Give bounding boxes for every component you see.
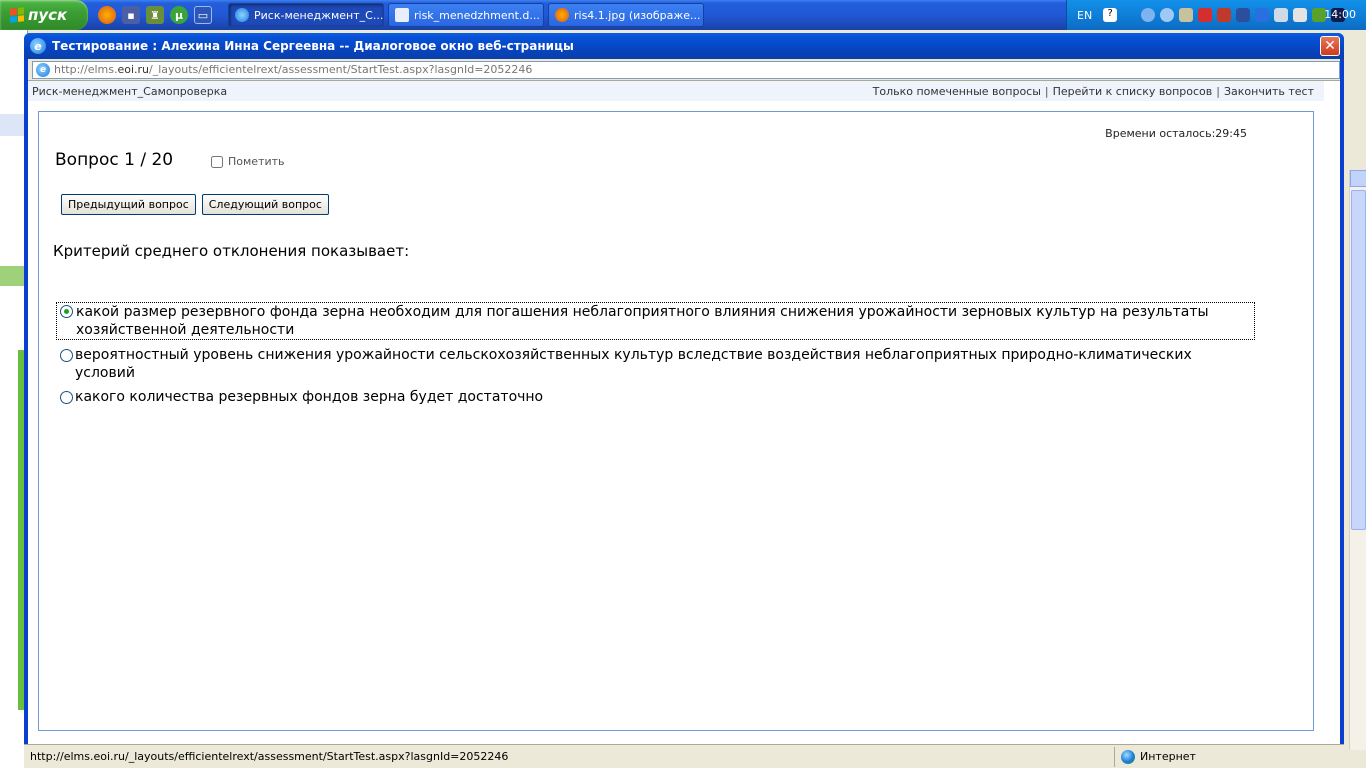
zone-label: Интернет	[1140, 750, 1196, 763]
question-panel: Времени осталось:29:45 Вопрос 1 / 20 Пом…	[38, 111, 1314, 731]
top-links: Только помеченные вопросы | Перейти к сп…	[873, 85, 1314, 98]
question-number: Вопрос 1 / 20	[55, 150, 174, 170]
monitor-icon[interactable]	[1236, 8, 1251, 22]
windows-flag-icon	[10, 7, 24, 23]
course-name: Риск-менеджмент_Самопроверка	[32, 84, 228, 98]
task-label: ris4.1.jpg (изображе...	[574, 8, 701, 22]
antivirus-icon[interactable]	[1198, 8, 1213, 22]
only-marked-link[interactable]: Только помеченные вопросы	[873, 85, 1041, 98]
quick-launch: ▪ ♜ µ ▭	[98, 6, 212, 24]
answer-text[interactable]: какой размер резервного фонда зерна необ…	[56, 302, 1255, 340]
clock: 14:00	[1324, 8, 1356, 21]
back-arrow-icon[interactable]	[1141, 8, 1156, 22]
navigation-buttons: Предыдущий вопрос Следующий вопрос	[61, 194, 329, 215]
task-label: risk_menedzhment.d...	[414, 8, 540, 22]
answer-text[interactable]: какого количества резервных фондов зерна…	[75, 388, 543, 406]
answer-radio[interactable]	[60, 349, 73, 362]
save-icon[interactable]: ▪	[122, 6, 140, 24]
mark-question[interactable]: Пометить	[211, 155, 285, 168]
link-separator: |	[1044, 84, 1049, 98]
start-button[interactable]: пуск	[0, 0, 88, 30]
top-strip: Риск-менеджмент_Самопроверка Только поме…	[28, 81, 1324, 101]
globe-icon	[1121, 749, 1135, 764]
scroll-up-arrow[interactable]	[1350, 170, 1366, 187]
address-field[interactable]: e http://elms.eoi.ru/_layouts/efficiente…	[32, 60, 1340, 79]
language-indicator[interactable]: EN	[1077, 9, 1092, 22]
dialog-content: Риск-менеджмент_Самопроверка Только поме…	[28, 81, 1340, 768]
ie-icon: e	[30, 38, 46, 54]
start-label: пуск	[28, 6, 68, 24]
answer-radio-selected[interactable]	[60, 305, 73, 318]
answer-text[interactable]: вероятностный уровень снижения урожайнос…	[75, 346, 1255, 382]
mark-checkbox[interactable]	[211, 155, 223, 168]
document-icon	[395, 8, 409, 22]
help-icon[interactable]: ?	[1103, 8, 1118, 22]
answer-radio[interactable]	[60, 391, 73, 404]
finish-test-link[interactable]: Закончить тест	[1224, 85, 1314, 98]
tool-icon[interactable]	[1179, 8, 1194, 22]
page-icon: e	[36, 62, 50, 77]
answer-option[interactable]: какого количества резервных фондов зерна…	[55, 388, 1255, 406]
security-zone: Интернет	[1114, 746, 1344, 767]
taskbar-tasks: Риск-менеджмент_С... risk_menedzhment.d.…	[228, 3, 704, 27]
flag-icon[interactable]	[1293, 8, 1308, 22]
previous-question-button[interactable]: Предыдущий вопрос	[61, 194, 196, 215]
address-url: http://elms.eoi.ru/_layouts/efficientelr…	[54, 63, 533, 76]
tray-arrow-icon[interactable]	[1122, 8, 1136, 22]
question-list-link[interactable]: Перейти к списку вопросов	[1053, 85, 1213, 98]
scroll-thumb[interactable]	[1351, 190, 1366, 530]
utility-icon[interactable]: ♜	[146, 6, 164, 24]
link-separator: |	[1216, 84, 1220, 98]
address-bar: e http://elms.eoi.ru/_layouts/efficiente…	[28, 59, 1340, 81]
status-url: http://elms.eoi.ru/_layouts/efficientelr…	[30, 750, 509, 763]
firefox-icon	[555, 8, 569, 22]
taskbar-task-document[interactable]: risk_menedzhment.d...	[388, 3, 544, 27]
web-dialog-window: e Тестирование : Алехина Инна Сергеевна …	[24, 33, 1344, 768]
dialog-titlebar[interactable]: e Тестирование : Алехина Инна Сергеевна …	[24, 33, 1344, 59]
network-icon[interactable]	[1160, 8, 1175, 22]
ie-icon	[235, 8, 249, 22]
dialog-title: Тестирование : Алехина Инна Сергеевна --…	[52, 39, 574, 53]
firefox-icon[interactable]	[98, 6, 116, 24]
taskbar-task-ie[interactable]: Риск-менеджмент_С...	[228, 3, 384, 27]
mark-label: Пометить	[228, 155, 285, 168]
bluetooth-icon[interactable]	[1255, 8, 1270, 22]
time-remaining: Времени осталось:29:45	[1105, 127, 1247, 140]
task-label: Риск-менеджмент_С...	[254, 8, 384, 22]
taskbar: пуск ▪ ♜ µ ▭ Риск-менеджмент_С... risk_m…	[0, 0, 1366, 30]
answer-option[interactable]: вероятностный уровень снижения урожайнос…	[55, 346, 1255, 382]
volume-icon[interactable]	[1274, 8, 1289, 22]
status-bar: http://elms.eoi.ru/_layouts/efficientelr…	[24, 744, 1344, 768]
question-text: Критерий среднего отклонения показывает:	[53, 242, 410, 260]
taskbar-task-firefox[interactable]: ris4.1.jpg (изображе...	[548, 3, 704, 27]
shield-icon[interactable]	[1217, 8, 1232, 22]
close-button[interactable]: ✕	[1320, 36, 1340, 56]
answer-option[interactable]: какой размер резервного фонда зерна необ…	[55, 302, 1255, 340]
background-scrollbar[interactable]	[1349, 170, 1366, 750]
answer-options: какой размер резервного фонда зерна необ…	[55, 302, 1255, 412]
show-desktop-icon[interactable]: ▭	[194, 6, 212, 24]
utorrent-icon[interactable]: µ	[170, 6, 188, 24]
next-question-button[interactable]: Следующий вопрос	[201, 194, 329, 215]
system-tray: EN ? 14:00	[1066, 0, 1366, 30]
